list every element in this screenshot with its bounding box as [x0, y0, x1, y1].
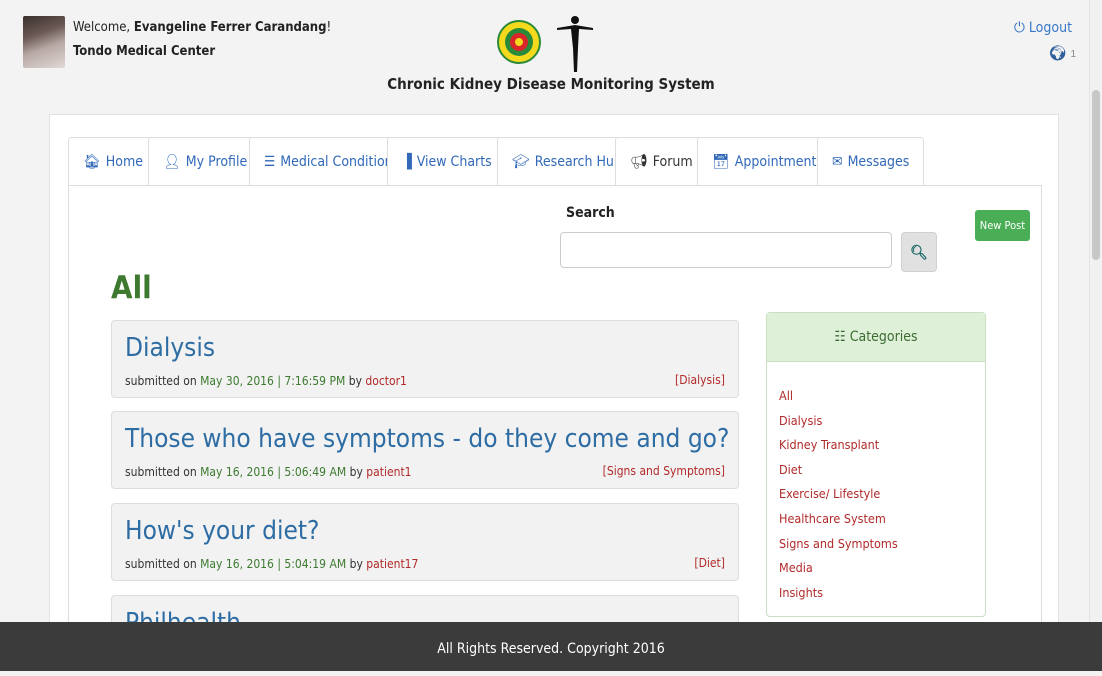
logout-link[interactable]: ⏻ Logout [1014, 20, 1072, 36]
post-author[interactable]: patient1 [366, 465, 411, 479]
tab-home-label: Home [105, 154, 143, 170]
tab-appointments-label: Appointments [734, 154, 824, 170]
user-icon: 👤︎ [163, 154, 181, 170]
organization-name: Tondo Medical Center [73, 44, 216, 59]
category-link[interactable]: Insights [779, 581, 985, 606]
welcome-prefix: Welcome, [73, 20, 134, 35]
list-alt-icon: ☷ [834, 329, 846, 345]
post-date: May 16, 2016 | 5:04:19 AM [200, 557, 347, 571]
post-meta: submitted on May 16, 2016 | 5:04:19 AM b… [125, 557, 418, 571]
post-meta-prefix: submitted on [125, 465, 201, 479]
tab-medical-condition[interactable]: ☰ Medical Condition [249, 137, 408, 185]
page-footer: All Rights Reserved. Copyright 2016 [0, 622, 1102, 671]
logout-label: Logout [1028, 20, 1072, 36]
megaphone-icon: 📢︎ [630, 154, 648, 170]
post-category[interactable]: [Signs and Symptoms] [603, 464, 725, 478]
scrollbar-thumb[interactable] [1092, 90, 1100, 260]
tab-research-hub-label: Research Hub [534, 154, 622, 170]
post-meta-prefix: submitted on [125, 374, 201, 388]
categories-list: All Dialysis Kidney Transplant Diet Exer… [767, 362, 985, 605]
post-item[interactable]: Those who have symptoms - do they come a… [111, 411, 739, 489]
search-label: Search [566, 205, 615, 221]
search-button[interactable]: 🔍︎ [901, 232, 937, 272]
category-link[interactable]: Healthcare System [779, 507, 985, 532]
post-meta: submitted on May 30, 2016 | 7:16:59 PM b… [125, 374, 407, 388]
welcome-suffix: ! [326, 20, 332, 35]
post-meta-by: by [345, 374, 366, 388]
category-link[interactable]: Kidney Transplant [779, 433, 985, 458]
post-title[interactable]: Those who have symptoms - do they come a… [125, 424, 729, 454]
search-input[interactable] [560, 232, 892, 268]
tab-home[interactable]: 🏠︎ Home [68, 137, 158, 185]
scrollbar[interactable] [1089, 0, 1102, 622]
tab-medical-condition-label: Medical Condition [280, 154, 393, 170]
categories-panel: ☷ Categories All Dialysis Kidney Transpl… [766, 312, 986, 617]
tab-messages-label: Messages [847, 154, 910, 170]
home-icon: 🏠︎ [83, 154, 101, 170]
society-seal-logo [497, 20, 541, 64]
notification-count: 1 [1070, 49, 1076, 60]
post-category[interactable]: [Dialysis] [675, 373, 725, 387]
avatar[interactable] [23, 16, 65, 68]
post-category[interactable]: [Diet] [694, 556, 725, 570]
tab-forum-label: Forum [652, 154, 693, 170]
new-post-button[interactable]: New Post [975, 210, 1030, 241]
category-link[interactable]: Exercise/ Lifestyle [779, 482, 985, 507]
categories-title: Categories [849, 329, 918, 345]
post-item[interactable]: How's your diet? submitted on May 16, 20… [111, 503, 739, 581]
list-icon: ☰ [264, 154, 276, 170]
human-figure-logo [557, 16, 593, 72]
system-title: Chronic Kidney Disease Monitoring System [387, 75, 715, 93]
category-link[interactable]: Signs and Symptoms [779, 532, 985, 557]
globe-icon[interactable]: 🌍︎ [1048, 44, 1067, 62]
post-meta-by: by [346, 465, 367, 479]
post-meta: submitted on May 16, 2016 | 5:06:49 AM b… [125, 465, 412, 479]
category-link[interactable]: Media [779, 556, 985, 581]
post-author[interactable]: patient17 [366, 557, 418, 571]
post-meta-by: by [346, 557, 367, 571]
page-heading: All [111, 270, 152, 306]
power-icon: ⏻ [1013, 20, 1025, 36]
tab-messages[interactable]: ✉ Messages [817, 137, 925, 185]
user-name: Evangeline Ferrer Carandang [133, 20, 327, 35]
post-meta-prefix: submitted on [125, 557, 201, 571]
categories-header: ☷ Categories [767, 313, 985, 362]
graduation-cap-icon: 🎓︎ [512, 154, 530, 170]
welcome-text: Welcome, Evangeline Ferrer Carandang! [73, 18, 331, 37]
search-icon: 🔍︎ [910, 244, 928, 260]
calendar-icon: 📅︎ [712, 154, 730, 170]
post-date: May 16, 2016 | 5:06:49 AM [200, 465, 347, 479]
tab-view-charts-label: View Charts [416, 154, 492, 170]
tab-my-profile[interactable]: 👤︎ My Profile [148, 137, 263, 185]
post-title[interactable]: How's your diet? [125, 516, 319, 546]
post-title[interactable]: Dialysis [125, 333, 215, 363]
bar-chart-icon: ▐ [402, 154, 412, 170]
tab-my-profile-label: My Profile [185, 154, 248, 170]
post-author[interactable]: doctor1 [365, 374, 407, 388]
tab-view-charts[interactable]: ▐ View Charts [387, 137, 507, 185]
envelope-icon: ✉ [832, 154, 843, 170]
post-item[interactable]: Dialysis submitted on May 30, 2016 | 7:1… [111, 320, 739, 398]
page-header: Welcome, Evangeline Ferrer Carandang! To… [0, 0, 1090, 110]
category-link[interactable]: All [779, 384, 985, 409]
post-date: May 30, 2016 | 7:16:59 PM [200, 374, 346, 388]
tab-forum[interactable]: 📢︎ Forum [615, 137, 708, 187]
category-link[interactable]: Diet [779, 458, 985, 483]
category-link[interactable]: Dialysis [779, 409, 985, 434]
